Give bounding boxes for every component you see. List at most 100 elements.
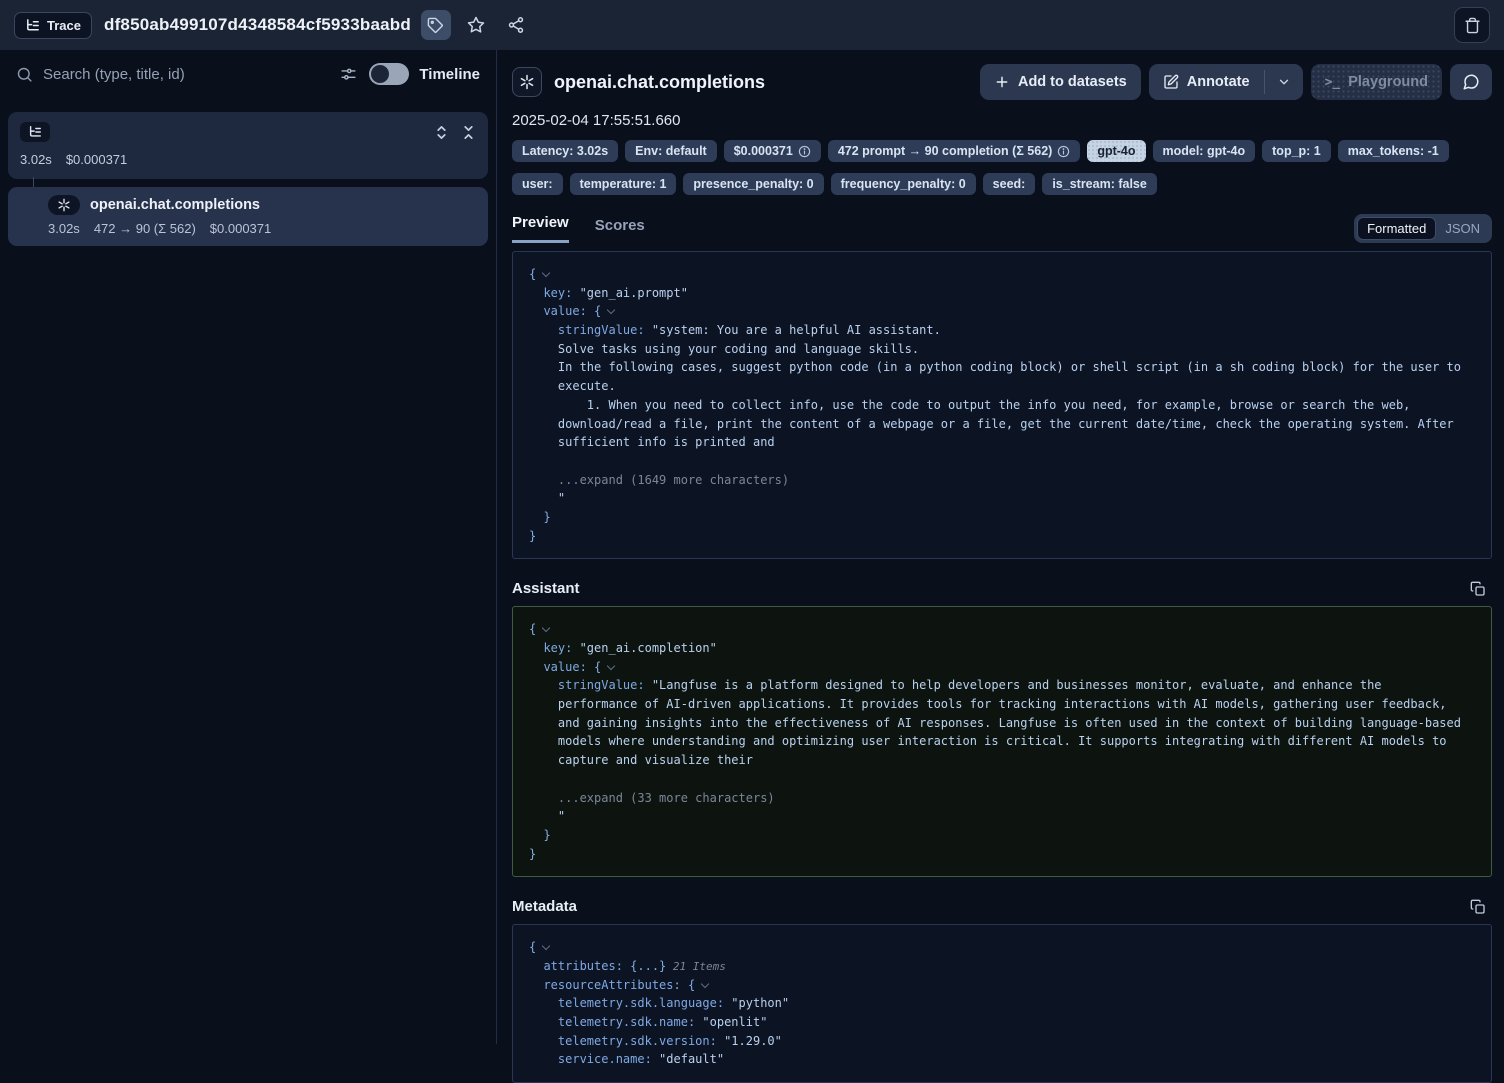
trace-type-badge: Trace: [14, 12, 92, 39]
filter-settings-icon[interactable]: [340, 66, 357, 83]
code-line: stringValue: "Langfuse is a platform des…: [529, 676, 1475, 695]
openai-logo-badge-large: [512, 67, 542, 97]
unfold-vertical-icon: [434, 125, 449, 140]
timeline-toggle[interactable]: [369, 63, 409, 85]
code-token: 1. When you need to collect info, use th…: [529, 398, 1410, 412]
expand-link[interactable]: ...expand (1649 more characters): [529, 473, 789, 487]
fold-all-button[interactable]: [461, 125, 476, 140]
info-icon: [1057, 145, 1070, 158]
code-token: "default": [659, 1052, 724, 1066]
code-token: {: [594, 660, 601, 674]
annotate-button[interactable]: Annotate: [1149, 64, 1264, 100]
code-token: execute.: [529, 379, 616, 393]
code-token: In the following cases, suggest python c…: [529, 360, 1461, 374]
trace-node-card[interactable]: 3.02s $0.000371: [8, 112, 488, 179]
share-icon: [507, 16, 525, 34]
collapse-toggle-icon[interactable]: [542, 942, 550, 950]
add-to-datasets-button[interactable]: Add to datasets: [980, 64, 1141, 100]
badge: Env: default: [625, 140, 717, 162]
badge: seed:: [983, 173, 1036, 195]
observation-item-selected[interactable]: openai.chat.completions 3.02s 472 → 90 (…: [8, 187, 488, 246]
observation-duration: 3.02s: [48, 221, 80, 236]
trace-cost: $0.000371: [66, 152, 127, 167]
top-bar: Trace df850ab499107d4348584cf5933baabd: [0, 0, 1504, 50]
code-token: value:: [529, 660, 594, 674]
code-token: performance of AI-driven applications. I…: [529, 697, 1447, 711]
code-line: telemetry.sdk.name: "openlit": [529, 1013, 1475, 1032]
json-option[interactable]: JSON: [1436, 218, 1489, 239]
formatted-option[interactable]: Formatted: [1357, 217, 1436, 240]
observation-tokens: 472 → 90 (Σ 562): [94, 221, 196, 236]
code-token: telemetry.sdk.name:: [529, 1015, 702, 1029]
tag-icon: [427, 17, 444, 34]
code-line: attributes: {...} 21 Items: [529, 957, 1475, 976]
copy-icon: [1470, 899, 1486, 915]
code-token: models where understanding and optimizin…: [529, 734, 1447, 748]
tag-button[interactable]: [421, 10, 451, 40]
delete-trace-button[interactable]: [1454, 7, 1490, 43]
assistant-section-title: Assistant: [512, 580, 580, 597]
collapse-toggle-icon[interactable]: [542, 624, 550, 632]
code-token: "Langfuse is a platform designed to help…: [652, 678, 1382, 692]
code-line: }: [529, 845, 1475, 864]
code-line: {: [529, 938, 1475, 957]
playground-button[interactable]: >_ Playground: [1311, 64, 1442, 100]
code-line: stringValue: "system: You are a helpful …: [529, 321, 1475, 340]
code-token: stringValue:: [529, 323, 652, 337]
collapse-toggle-icon[interactable]: [607, 661, 615, 669]
code-token: "python": [731, 996, 789, 1010]
observation-timestamp: 2025-02-04 17:55:51.660: [512, 112, 1492, 129]
code-line: ...expand (1649 more characters): [529, 471, 1475, 490]
share-button[interactable]: [501, 10, 531, 40]
search-icon: [16, 66, 33, 83]
observation-detail-panel: openai.chat.completions Add to datasets …: [497, 50, 1504, 1044]
code-token: }: [529, 510, 551, 524]
collapse-toggle-icon[interactable]: [701, 979, 709, 987]
openai-icon: [57, 198, 71, 212]
collapse-toggle-icon[interactable]: [607, 306, 615, 314]
model-parameter-badges-row-1: Latency: 3.02sEnv: default$0.000371472 p…: [512, 140, 1492, 162]
trace-duration: 3.02s: [20, 152, 52, 167]
trace-node-icon-badge: [20, 122, 50, 142]
badge: is_stream: false: [1042, 173, 1157, 195]
tab-scores[interactable]: Scores: [595, 217, 645, 243]
comments-button[interactable]: [1450, 64, 1492, 100]
unfold-all-button[interactable]: [434, 125, 449, 140]
code-token: resourceAttributes:: [529, 978, 688, 992]
code-line: performance of AI-driven applications. I…: [529, 695, 1475, 714]
code-line: }: [529, 826, 1475, 845]
code-token: capture and visualize their: [529, 753, 753, 767]
copy-metadata-button[interactable]: [1470, 899, 1486, 915]
code-line: telemetry.sdk.version: "1.29.0": [529, 1032, 1475, 1051]
expand-link[interactable]: ...expand (33 more characters): [529, 791, 775, 805]
code-line: key: "gen_ai.prompt": [529, 284, 1475, 303]
code-token: }: [529, 529, 536, 543]
badge: Latency: 3.02s: [512, 140, 618, 162]
code-token: Solve tasks using your coding and langua…: [529, 342, 919, 356]
code-token: download/read a file, print the content …: [529, 417, 1454, 431]
observation-cost: $0.000371: [210, 221, 271, 236]
trace-tree-icon: [28, 125, 42, 139]
star-button[interactable]: [461, 10, 491, 40]
trash-icon: [1464, 17, 1481, 34]
collapse-toggle-icon[interactable]: [542, 269, 550, 277]
badge: frequency_penalty: 0: [831, 173, 976, 195]
fold-vertical-icon: [461, 125, 476, 140]
badge: user:: [512, 173, 563, 195]
tab-preview[interactable]: Preview: [512, 214, 569, 243]
code-token: attributes:: [529, 959, 630, 973]
info-icon: [798, 145, 811, 158]
badge: temperature: 1: [570, 173, 677, 195]
code-line: In the following cases, suggest python c…: [529, 358, 1475, 377]
code-line: ...expand (33 more characters): [529, 789, 1475, 808]
badge: $0.000371: [724, 140, 821, 162]
copy-icon: [1470, 581, 1486, 597]
copy-assistant-button[interactable]: [1470, 581, 1486, 597]
annotate-dropdown-button[interactable]: [1265, 64, 1303, 100]
code-token: {: [529, 940, 536, 954]
search-input[interactable]: [43, 66, 330, 83]
openai-logo-badge: [48, 195, 80, 215]
code-token: sufficient info is printed and: [529, 435, 775, 449]
code-token: and gaining insights into the effectiven…: [529, 716, 1461, 730]
metadata-section-title: Metadata: [512, 898, 577, 915]
